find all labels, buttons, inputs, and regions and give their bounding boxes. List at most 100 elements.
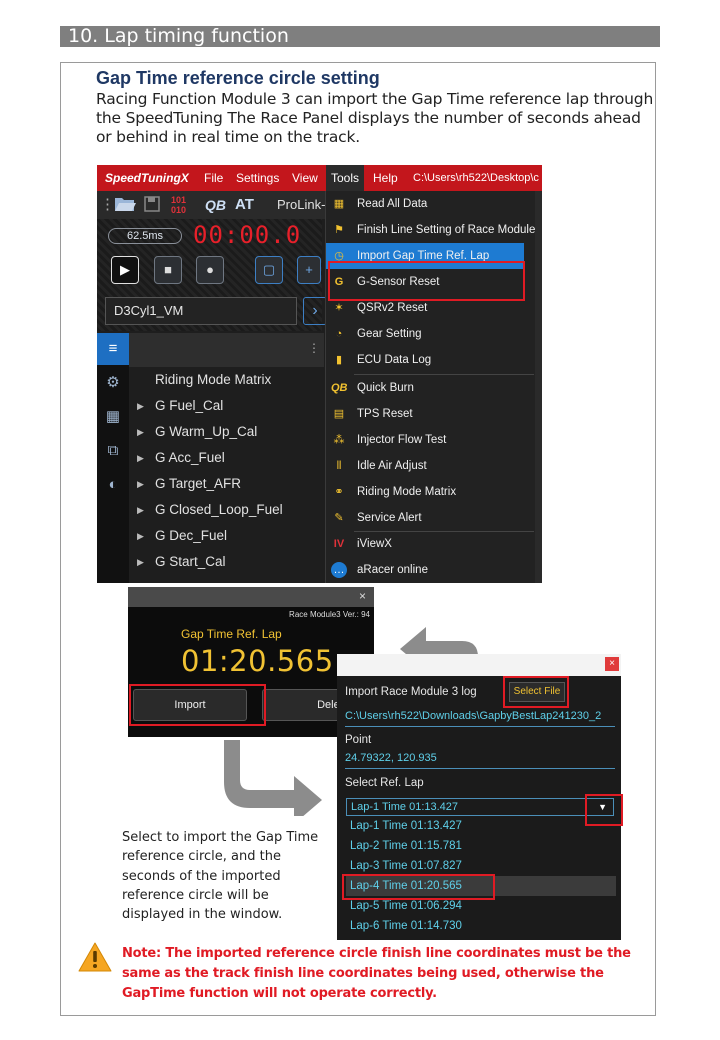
lap-option[interactable]: Lap-1 Time 01:13.427 (350, 816, 616, 836)
menu-file[interactable]: File (204, 165, 223, 191)
selected-lap: Lap-1 Time 01:13.427 (351, 801, 459, 813)
module-icon[interactable]: ◐ (101, 473, 125, 497)
drops-icon: ⁂ (333, 434, 345, 446)
chart-icon[interactable]: ▦ (101, 405, 125, 429)
gap-ref-label: Gap Time Ref. Lap (181, 627, 282, 641)
right-panel-edge (535, 191, 542, 583)
record-button[interactable]: ● (196, 256, 224, 284)
prolink-label: ProLink- (277, 197, 326, 212)
bike-icon: ⚭ (334, 486, 344, 498)
expand-icon[interactable]: ▶ (137, 549, 144, 575)
file-path-value: C:\Users\rh522\Downloads\GapbyBestLap241… (345, 710, 602, 722)
lap-option[interactable]: Lap-2 Time 01:15.781 (350, 836, 616, 856)
play-button[interactable]: ▶ (111, 256, 139, 284)
point-label: Point (345, 734, 372, 746)
expand-icon[interactable]: ▶ (137, 445, 144, 471)
lap-option[interactable]: Lap-6 Time 01:14.730 (350, 916, 616, 936)
qb-icon: QB (331, 382, 348, 394)
tree-item[interactable]: ▶ G Target_AFR (129, 471, 324, 497)
tree-item[interactable]: ▶ G Closed_Loop_Fuel (129, 497, 324, 523)
gauge-icon: ◔ (335, 328, 343, 340)
engine-icon[interactable]: ⧉ (101, 439, 125, 463)
menu-item-iviewx[interactable]: IV iViewX (326, 531, 536, 557)
heading: Gap Time reference circle setting (96, 68, 380, 88)
expand-icon[interactable]: ▶ (137, 523, 144, 549)
open-folder-icon[interactable] (114, 195, 136, 215)
expand-icon[interactable]: ▶ (137, 497, 144, 523)
chat-icon: … (331, 562, 347, 578)
menu-item-riding-mode-matrix[interactable]: ⚭ Riding Mode Matrix (326, 479, 536, 505)
quick-burn-icon[interactable]: QB (205, 195, 226, 215)
tree-item[interactable]: ▶ G Acc_Fuel (129, 445, 324, 471)
binary-icon[interactable]: 101 010 (171, 195, 186, 215)
caption-text: Select to import the Gap Time reference … (122, 830, 319, 923)
map-tree: Riding Mode Matrix ▶ G Fuel_Cal ▶ G Warm_U… (129, 367, 324, 583)
gear-icon[interactable]: ⚙ (101, 371, 125, 395)
highlight-box (342, 874, 495, 900)
expand-icon[interactable]: ▶ (137, 471, 144, 497)
wrench-icon: ✎ (334, 512, 344, 524)
divider (345, 726, 615, 727)
intro-paragraph: Racing Function Module 3 can import the … (96, 90, 654, 146)
dialog-titlebar: × (337, 654, 621, 676)
menu-item-injector-flow-test[interactable]: ⁂ Injector Flow Test (326, 427, 536, 453)
menu-item-idle-air-adjust[interactable]: ⦀ Idle Air Adjust (326, 453, 536, 479)
tree-item[interactable]: ▶ G Dec_Fuel (129, 523, 324, 549)
menu-list-icon[interactable]: ≡ (97, 333, 129, 365)
tree-item[interactable]: Riding Mode Matrix (129, 367, 324, 393)
tree-more-icon[interactable]: ⋮ (308, 341, 320, 355)
curved-arrow-down-icon (224, 740, 322, 816)
more-icon[interactable]: ⋮ (100, 195, 115, 215)
warning-note: Note: The imported reference circle fini… (122, 946, 631, 1001)
menu-help[interactable]: Help (373, 165, 398, 191)
tools-dropdown-menu: ▦ Read All Data ⚑ Finish Line Setting of R… (325, 191, 535, 583)
menu-bar: SpeedTuningX File Settings View Tools He… (97, 165, 542, 191)
tree-header: ⋮ (129, 333, 324, 367)
speedtuning-app-screenshot: SpeedTuningX File Settings View Tools He… (97, 165, 542, 583)
menu-item-finish-line[interactable]: ⚑ Finish Line Setting of Race Module (326, 217, 536, 243)
warning-icon (78, 942, 112, 972)
lap-option[interactable]: Lap-3 Time 01:07.827 (350, 856, 616, 876)
save-icon[interactable] (143, 195, 161, 215)
menu-view[interactable]: View (292, 165, 318, 191)
tree-item[interactable]: ▶ G Start_Cal (129, 549, 324, 575)
menu-item-tps-reset[interactable]: ▤ TPS Reset (326, 401, 536, 427)
menu-item-read-all-data[interactable]: ▦ Read All Data (326, 191, 536, 217)
iv-icon: IV (333, 538, 345, 550)
point-value: 24.79322, 120.935 (345, 752, 437, 764)
map-selector[interactable]: D3Cyl1_VM (105, 297, 297, 325)
timer-readout: 00:00.0 (193, 221, 302, 249)
section-title: 10. Lap timing function (68, 25, 289, 47)
menu-item-aracer-online[interactable]: … aRacer online (326, 557, 536, 583)
import-dialog: × Import Race Module 3 log Select File C… (337, 654, 623, 940)
new-file-button[interactable]: + (297, 256, 321, 284)
close-icon[interactable]: × (359, 589, 366, 603)
interval-chip: 62.5ms (108, 228, 182, 244)
side-nav: ≡ ⚙ ▦ ⧉ ◐ (97, 333, 129, 583)
menu-item-ecu-data-log[interactable]: ▮ ECU Data Log (326, 347, 536, 373)
menu-item-service-alert[interactable]: ✎ Service Alert (326, 505, 536, 531)
spark-icon: ✶ (334, 302, 344, 314)
dialog-title: Import Race Module 3 log (345, 686, 477, 698)
gap-ref-value: 01:20.565 (181, 644, 334, 678)
divider (345, 768, 615, 769)
menu-settings[interactable]: Settings (236, 165, 279, 191)
menu-tools[interactable]: Tools (326, 165, 365, 191)
stop-button[interactable]: ■ (154, 256, 182, 284)
menu-item-quick-burn[interactable]: QB Quick Burn (326, 375, 536, 401)
map-next-button[interactable]: › (303, 297, 327, 325)
ref-lap-select[interactable]: Lap-1 Time 01:13.427 ▼ (346, 798, 614, 816)
file-path: C:\Users\rh522\Desktop\c (413, 172, 539, 184)
menu-item-gear-setting[interactable]: ◔ Gear Setting (326, 321, 536, 347)
expand-icon[interactable]: ▶ (137, 393, 144, 419)
at-button[interactable]: AT (235, 195, 254, 215)
section-header-bar: 10. Lap timing function (60, 26, 660, 47)
tree-item[interactable]: ▶ G Fuel_Cal (129, 393, 324, 419)
highlight-box (503, 676, 569, 708)
expand-icon[interactable]: ▶ (137, 419, 144, 445)
flag-icon: ⚑ (334, 224, 344, 236)
tree-item[interactable]: ▶ G Warm_Up_Cal (129, 419, 324, 445)
folder-button[interactable]: ▢ (255, 256, 283, 284)
close-icon[interactable]: × (605, 657, 619, 671)
battery-icon: ▮ (335, 354, 343, 366)
